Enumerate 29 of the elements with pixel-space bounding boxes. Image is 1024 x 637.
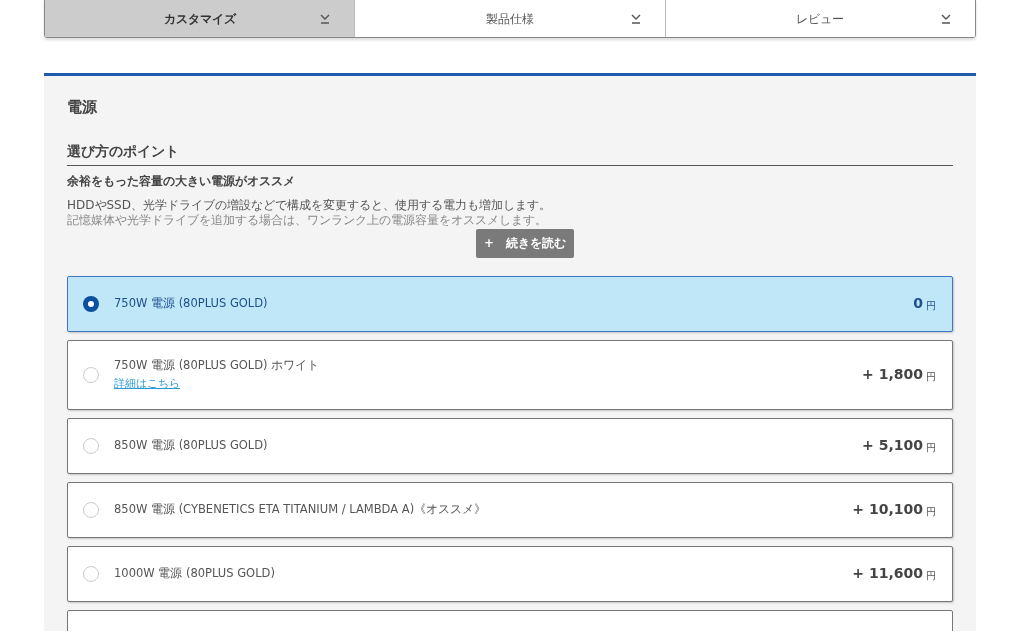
option-card[interactable]: 850W 電源 (80PLUS GOLD) + 5,100 円 (67, 417, 953, 474)
option-price: 0 (913, 294, 923, 314)
option-price: + 5,100 (862, 436, 923, 456)
tab[interactable]: カスタマイズ (45, 0, 355, 37)
lead-text: 余裕をもった容量の大きい電源がオススメ (67, 172, 296, 190)
option-label: 850W 電源 (CYBENETICS ETA TITANIUM / LAMBDA A)《オススメ》 (114, 501, 488, 519)
currency-unit: 円 (926, 440, 936, 455)
option-price: + 11,600 (852, 564, 923, 584)
currency-unit: 円 (926, 369, 936, 384)
section-title: 電源 (67, 97, 98, 118)
option-label: 1000W 電源 (80PLUS GOLD) (114, 565, 276, 583)
option-card[interactable]: 850W 電源 (CYBENETICS ETA TITANIUM / LAMBDA A)《オススメ》 + 10,100 円 (67, 481, 953, 538)
body-text: 記憶媒体や光学ドライブを追加する場合は、ワンランク上の電源容量をオススメします。 (67, 212, 548, 228)
option-card[interactable]: 750W 電源 (80PLUS GOLD) ホワイト 詳細はこちら + 1,800 円 (67, 339, 953, 410)
currency-unit: 円 (926, 504, 936, 519)
option-price: + 1,800 (862, 365, 923, 385)
option-card[interactable]: 1000W 電源 (80PLUS GOLD) + 11,600 円 (67, 545, 953, 602)
option-label: 750W 電源 (80PLUS GOLD) (114, 295, 269, 313)
tab[interactable]: 製品仕様 (354, 0, 665, 37)
read-more-button[interactable]: + 続きを読む (475, 228, 575, 258)
subsection-title: 選び方のポイント (67, 140, 953, 166)
tab[interactable]: レビュー (664, 0, 975, 37)
option-label: 850W 電源 (80PLUS GOLD) (114, 437, 269, 455)
option-price: + 10,100 (852, 500, 923, 520)
currency-unit: 円 (926, 298, 936, 313)
option-label: 750W 電源 (80PLUS GOLD) ホワイト (114, 357, 321, 375)
option-card[interactable]: 750W 電源 (80PLUS GOLD) 0 円 (67, 275, 953, 332)
body-text: HDDやSSD、光学ドライブの増設などで構成を変更すると、使用する電力も増加します。 (67, 197, 552, 213)
currency-unit: 円 (926, 568, 936, 583)
